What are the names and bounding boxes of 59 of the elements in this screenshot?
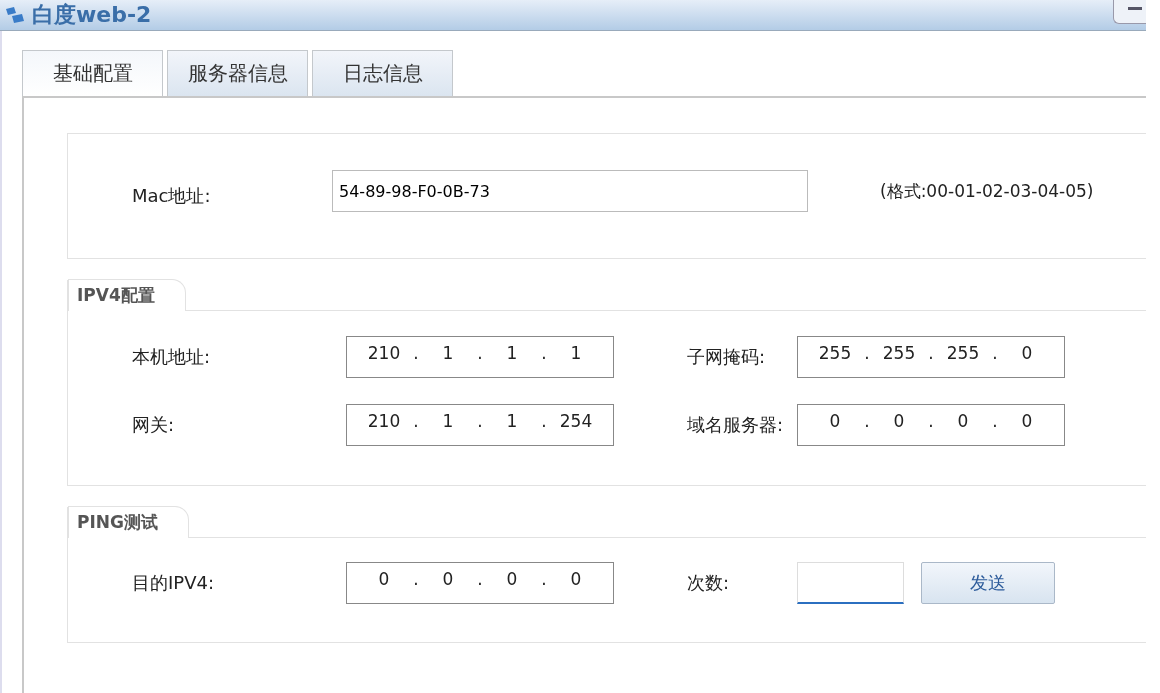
tab[interactable]: 基础配置 (22, 50, 163, 96)
ip-input-field[interactable]: 255 . 255 . 255 . 0 (797, 336, 1065, 378)
ip-octet: 1 (441, 343, 455, 363)
field-label: 本机地址: (132, 345, 212, 369)
ip-separator: . (476, 343, 484, 363)
ip-octet: 0 (441, 569, 455, 589)
ip-separator: . (412, 569, 420, 589)
window-title: 白度web-2 (32, 1, 152, 29)
tab[interactable]: 日志信息 (312, 50, 453, 96)
ip-separator: . (476, 411, 484, 431)
ip-octet: 255 (881, 343, 917, 363)
ip-octet: 254 (558, 411, 594, 431)
ip-octet: 255 (945, 343, 981, 363)
ip-separator: . (412, 411, 420, 431)
ip-separator: . (863, 343, 871, 363)
ip-octet: 210 (366, 411, 402, 431)
field-label: 次数: (686, 571, 731, 595)
ip-octet: 210 (366, 343, 402, 363)
ip-octet: 1 (441, 411, 455, 431)
ip-octet: 0 (1020, 343, 1034, 363)
tab[interactable]: 服务器信息 (167, 50, 308, 96)
field-label: 网关: (132, 413, 176, 437)
format-hint: (格式:00-01-02-03-04-05) (880, 179, 1094, 203)
minimize-button[interactable] (1113, 0, 1146, 24)
ip-octet: 1 (505, 411, 519, 431)
section-title: PING测试 (68, 506, 189, 538)
ip-separator: . (927, 411, 935, 431)
ip-separator: . (476, 569, 484, 589)
ip-input-field[interactable]: 0 . 0 . 0 . 0 (346, 562, 614, 604)
field-label: 子网掩码: (686, 345, 767, 369)
ip-separator: . (540, 569, 548, 589)
ip-separator: . (991, 411, 999, 431)
field-label: Mac地址: (132, 184, 212, 208)
ip-separator: . (540, 343, 548, 363)
ip-octet: 0 (377, 569, 391, 589)
ip-octet: 1 (569, 343, 583, 363)
ip-input-field[interactable]: 210 . 1 . 1 . 1 (346, 336, 614, 378)
field-label: 域名服务器: (686, 413, 785, 437)
send-button[interactable]: 发送 (921, 562, 1055, 604)
ip-input-field[interactable]: 0 . 0 . 0 . 0 (797, 404, 1065, 446)
field-label: 目的IPV4: (132, 571, 215, 595)
ip-separator: . (863, 411, 871, 431)
ip-octet: 0 (1020, 411, 1034, 431)
ip-octet: 0 (505, 569, 519, 589)
ip-separator: . (412, 343, 420, 363)
ip-separator: . (991, 343, 999, 363)
mac-input-field[interactable]: 54-89-98-F0-0B-73 (332, 170, 808, 212)
ip-octet: 0 (892, 411, 906, 431)
ip-separator: . (927, 343, 935, 363)
count-input-field[interactable] (797, 562, 904, 604)
ip-octet: 255 (817, 343, 853, 363)
ip-separator: . (540, 411, 548, 431)
ip-octet: 0 (569, 569, 583, 589)
ip-input-field[interactable]: 210 . 1 . 1 . 254 (346, 404, 614, 446)
ip-octet: 1 (505, 343, 519, 363)
ip-octet: 0 (956, 411, 970, 431)
section-title: IPV4配置 (68, 279, 186, 311)
ip-octet: 0 (828, 411, 842, 431)
app-icon (4, 5, 26, 25)
